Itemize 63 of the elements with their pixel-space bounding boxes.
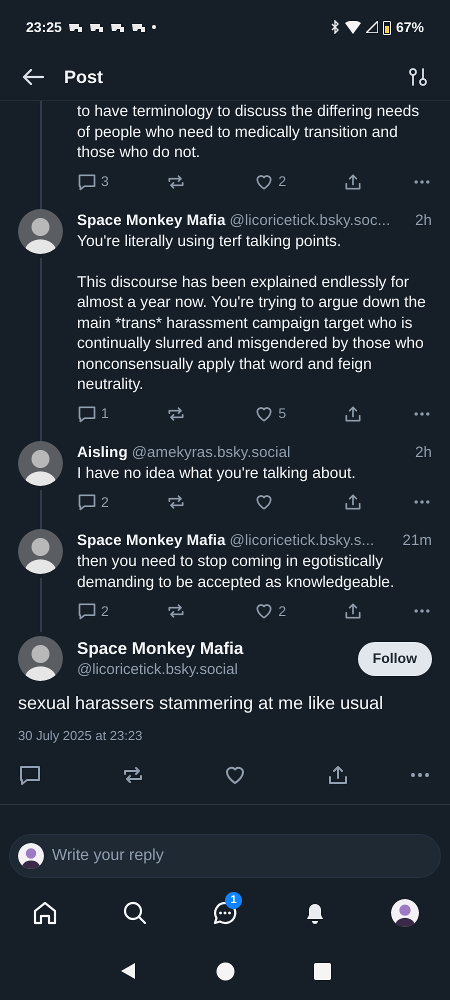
- recents-square-icon[interactable]: [314, 962, 331, 980]
- search-icon[interactable]: [122, 900, 148, 926]
- post-text: You're literally using terf talking points. This discourse has been explained endlessly for almost a year now. You're trying to argue down the main *trans* harassment campaign target who is continually slurred and misgendered by those who nonconsensually apply that word and feign neutrality.: [77, 232, 427, 395]
- post-text: I have no idea what you're talking about.: [77, 464, 357, 484]
- count: 2: [278, 602, 286, 620]
- game-controller-icon: [108, 21, 125, 33]
- like-icon[interactable]: [254, 492, 274, 512]
- author-handle[interactable]: @amekyras.bsky.social: [132, 442, 290, 462]
- game-controller-icon: [130, 21, 146, 33]
- share-icon[interactable]: [343, 172, 364, 192]
- signal-icon: [366, 21, 378, 33]
- dot-icon: [150, 24, 157, 30]
- share-icon[interactable]: [343, 404, 364, 424]
- back-arrow-icon[interactable]: [22, 68, 44, 86]
- home-circle-icon[interactable]: [216, 962, 235, 980]
- author-name[interactable]: Space Monkey Mafia: [77, 531, 226, 551]
- author-handle[interactable]: @licoricetick.bsky.social: [77, 660, 344, 680]
- reply-field[interactable]: Write your reply: [9, 834, 441, 878]
- follow-button[interactable]: Follow: [358, 642, 432, 676]
- post-text: then you need to stop coming in egotistically demanding to be accepted as knowledgeable.: [77, 552, 396, 592]
- reply-icon[interactable]: [77, 404, 97, 424]
- game-controller-icon: [88, 21, 104, 33]
- author-name[interactable]: Aisling: [77, 442, 128, 462]
- count: 3: [101, 172, 109, 191]
- author-name[interactable]: Space Monkey Mafia: [77, 210, 226, 230]
- notification-badge: 1: [225, 892, 242, 909]
- battery-icon: [382, 20, 391, 34]
- back-triangle-icon[interactable]: [119, 962, 138, 980]
- battery-level: 67%: [396, 18, 424, 36]
- share-icon[interactable]: [343, 492, 364, 512]
- author-handle[interactable]: @licoricetick.bsky.soc...: [230, 210, 390, 230]
- page-title: Post: [64, 66, 104, 88]
- avatar: [18, 843, 44, 869]
- post-text: to have terminology to discuss the differing needs of people who need to medically transition and those who do not.: [77, 102, 420, 163]
- count: 2: [101, 602, 109, 620]
- wifi-icon: [344, 20, 361, 34]
- home-icon[interactable]: [32, 900, 58, 926]
- post-time: 21m: [402, 531, 432, 551]
- avatar: [18, 636, 63, 681]
- post-date: 30 July 2025 at 23:23: [18, 727, 144, 745]
- share-icon[interactable]: [343, 601, 364, 621]
- reply-icon[interactable]: [77, 492, 97, 512]
- count: 2: [101, 492, 109, 512]
- game-controller-icon: [66, 21, 83, 33]
- author-name[interactable]: Space Monkey Mafia: [77, 638, 344, 660]
- like-icon[interactable]: [254, 601, 274, 621]
- reply-icon[interactable]: [77, 172, 97, 192]
- count: 5: [278, 404, 286, 423]
- count: 2: [278, 172, 286, 191]
- author-handle[interactable]: @licoricetick.bsky.s...: [230, 531, 374, 551]
- avatar: [18, 529, 63, 574]
- post-text: sexual harassers stammering at me like usual: [18, 692, 384, 715]
- avatar: [18, 208, 63, 254]
- reply-input[interactable]: Write your reply: [52, 844, 432, 868]
- post-time: 2h: [415, 442, 432, 462]
- bluetooth-icon: [330, 20, 340, 34]
- count: 1: [101, 404, 109, 423]
- status-time: 23:25: [26, 18, 62, 36]
- post-time: 2h: [415, 210, 432, 230]
- avatar: [18, 440, 63, 486]
- reply-icon[interactable]: [77, 601, 97, 621]
- settings-sliders-icon[interactable]: [408, 67, 428, 87]
- avatar[interactable]: [391, 899, 419, 927]
